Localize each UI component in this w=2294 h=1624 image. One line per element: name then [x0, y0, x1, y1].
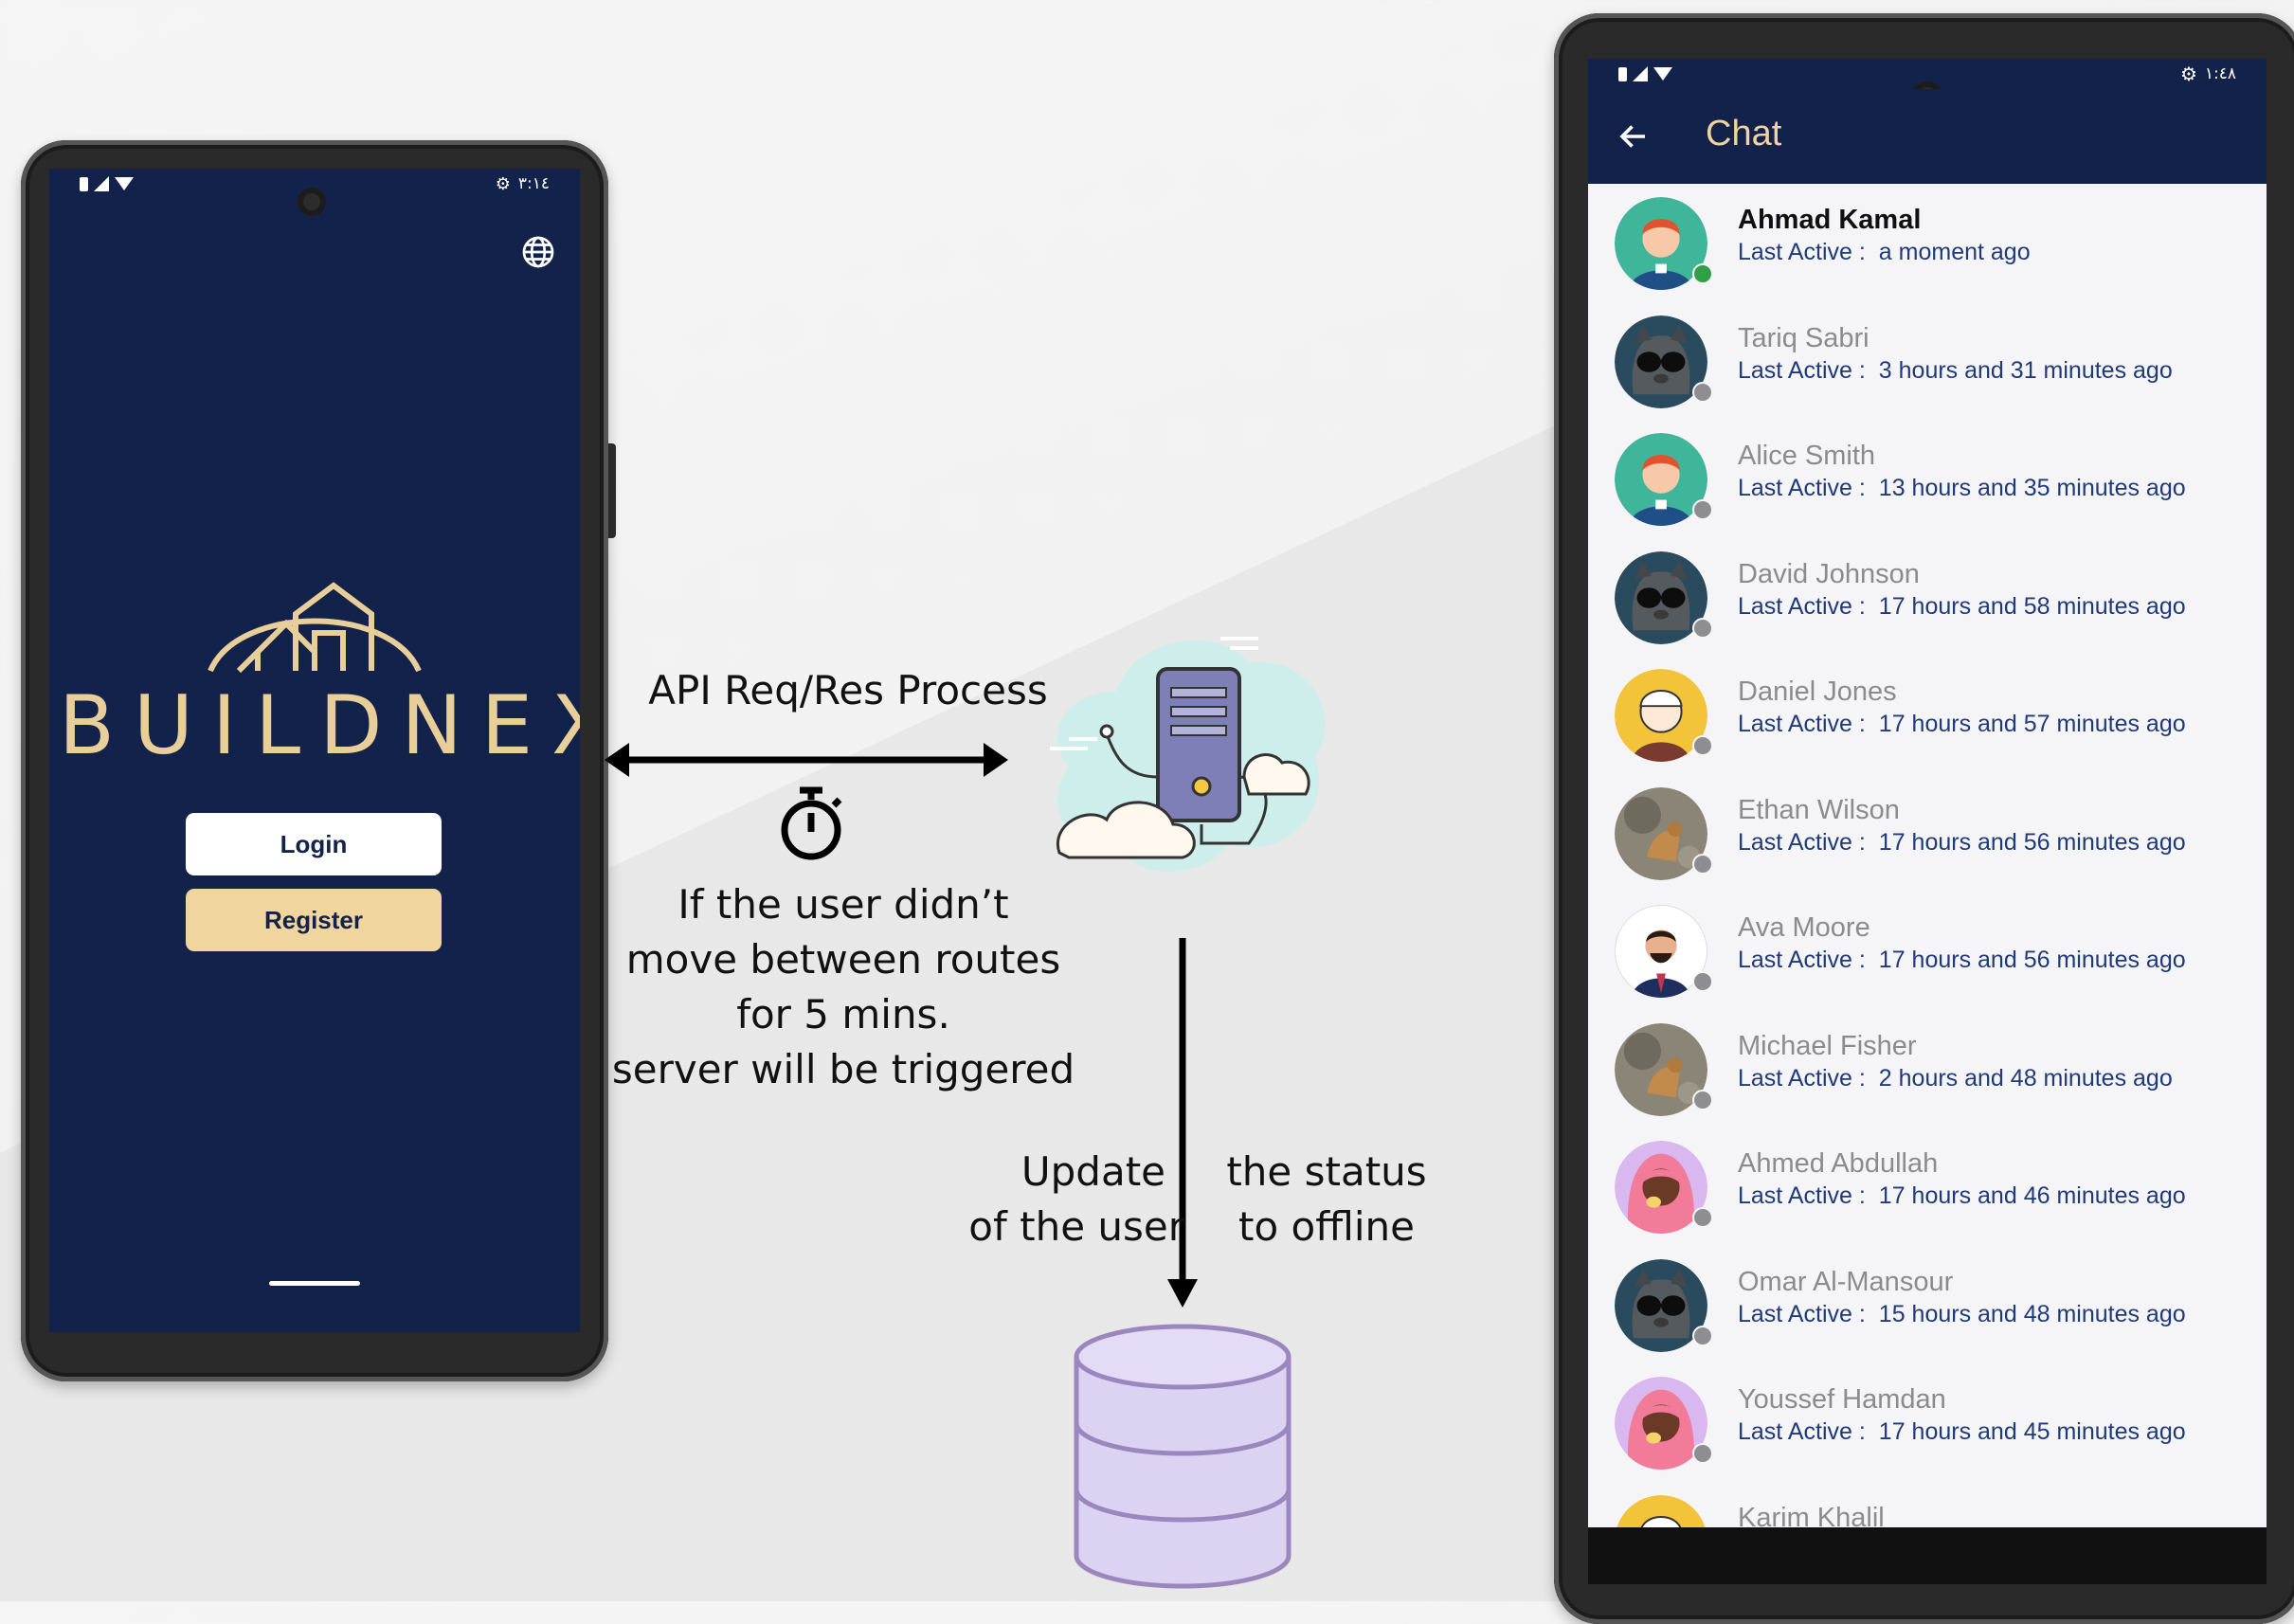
contact-row[interactable]: Karim Khalil: [1588, 1482, 2267, 1528]
last-active-status: Last Active : 15 hours and 48 minutes ago: [1738, 1301, 2186, 1328]
back-arrow-icon[interactable]: [1617, 119, 1651, 153]
buildnex-logo-icon: [208, 582, 422, 674]
last-active-value: 17 hours and 57 minutes ago: [1878, 711, 2186, 737]
contact-name: Karim Khalil: [1738, 1502, 1885, 1528]
last-active-label: Last Active :: [1738, 1300, 1866, 1327]
contact-row[interactable]: Omar Al-Mansour Last Active : 15 hours and…: [1588, 1246, 2267, 1363]
contact-name: Ahmed Abdullah: [1738, 1148, 1939, 1179]
home-indicator: [269, 1281, 360, 1286]
contact-name: Tariq Sabri: [1738, 322, 1870, 353]
avatar: [1615, 1494, 1707, 1527]
contact-name: Youssef Hamdan: [1738, 1384, 1946, 1415]
contact-row[interactable]: Michael Fisher Last Active : 2 hours and 4…: [1588, 1010, 2267, 1128]
online-indicator: [1692, 263, 1713, 284]
contact-row[interactable]: Ava Moore Last Active : 17 hours and 56 mi…: [1588, 892, 2267, 1009]
last-active-value: 17 hours and 56 minutes ago: [1878, 828, 2186, 856]
last-active-value: 2 hours and 48 minutes ago: [1878, 1064, 2173, 1092]
contact-row[interactable]: Alice Smith Last Active : 13 hours and 35 …: [1588, 420, 2267, 537]
last-active-label: Last Active :: [1738, 1418, 1866, 1445]
chat-screen: ⚙ ١:٤٨ Chat Ahmad Kamal Last Active : a mo…: [1588, 59, 2267, 1527]
last-active-value: 17 hours and 45 minutes ago: [1878, 1418, 2186, 1445]
contact-name: David Johnson: [1738, 558, 1920, 589]
offline-indicator: [1692, 1207, 1713, 1228]
contact-name: Omar Al-Mansour: [1738, 1266, 1954, 1297]
settings-icon: ⚙: [2179, 63, 2197, 85]
stopwatch-icon: [781, 786, 842, 860]
offline-indicator: [1692, 735, 1713, 756]
last-active-label: Last Active :: [1738, 239, 1866, 265]
contact-name: Michael Fisher: [1738, 1030, 1917, 1061]
status-time: ١:٤٨: [2204, 64, 2236, 83]
update-label-left: Update of the user: [968, 1148, 1184, 1250]
contact-row[interactable]: Ahmad Kamal Last Active : a moment ago: [1588, 184, 2267, 301]
last-active-value: a moment ago: [1878, 239, 2031, 265]
contact-row[interactable]: Ahmed Abdullah Last Active : 17 hours and …: [1588, 1128, 2267, 1245]
last-active-status: Last Active : 17 hours and 46 minutes ago: [1738, 1182, 2186, 1210]
contact-name: Ethan Wilson: [1738, 794, 1900, 825]
offline-indicator: [1692, 499, 1713, 520]
offline-indicator: [1692, 1443, 1713, 1464]
last-active-value: 17 hours and 46 minutes ago: [1878, 1182, 2186, 1209]
offline-indicator: [1692, 1325, 1713, 1346]
cloud-server-icon: [1050, 637, 1326, 872]
status-time: ٣:١٤: [517, 174, 550, 193]
offline-indicator: [1692, 1089, 1713, 1110]
last-active-value: 3 hours and 31 minutes ago: [1878, 356, 2173, 384]
last-active-status: Last Active : 17 hours and 57 minutes ago: [1738, 711, 2186, 738]
last-active-status: Last Active : 17 hours and 58 minutes ago: [1738, 593, 2186, 621]
login-phone: ⚙ ٣:١٤ BUILDNEX Login Register: [21, 140, 616, 1381]
last-active-status: Last Active : 13 hours and 35 minutes ago: [1738, 475, 2186, 502]
contact-name: Ahmad Kamal: [1738, 205, 1922, 235]
last-active-label: Last Active :: [1738, 1182, 1866, 1209]
last-active-value: 17 hours and 58 minutes ago: [1878, 592, 2186, 620]
last-active-label: Last Active :: [1738, 475, 1866, 501]
last-active-value: 17 hours and 56 minutes ago: [1878, 947, 2186, 973]
last-active-label: Last Active :: [1738, 828, 1866, 856]
contact-list: Ahmad Kamal Last Active : a moment ago Tari…: [1588, 184, 2267, 1527]
contact-row[interactable]: Ethan Wilson Last Active : 17 hours and 56…: [1588, 774, 2267, 892]
front-camera: [298, 188, 326, 216]
last-active-value: 15 hours and 48 minutes ago: [1878, 1300, 2186, 1327]
last-active-label: Last Active :: [1738, 356, 1866, 384]
contact-name: Daniel Jones: [1738, 677, 1897, 707]
contact-row[interactable]: Tariq Sabri Last Active : 3 hours and 31 m…: [1588, 302, 2267, 420]
offline-indicator: [1692, 853, 1713, 875]
last-active-status: Last Active : 17 hours and 56 minutes ago: [1738, 829, 2186, 857]
update-label-right: the status to offline: [1226, 1148, 1427, 1250]
offline-indicator: [1692, 381, 1713, 403]
page-title: Chat: [1706, 114, 1782, 153]
timer-note: If the user didn’t move between routes f…: [611, 881, 1075, 1092]
login-button[interactable]: Login: [186, 813, 442, 875]
language-globe-icon[interactable]: [521, 235, 555, 269]
bidirectional-arrow: [605, 743, 1008, 777]
last-active-status: Last Active : a moment ago: [1738, 239, 2031, 266]
last-active-status: Last Active : 17 hours and 56 minutes ago: [1738, 947, 2186, 974]
chat-phone: ⚙ ١:٤٨ Chat Ahmad Kamal Last Active : a mo…: [1554, 13, 2294, 1624]
offline-indicator: [1692, 971, 1713, 992]
last-active-value: 13 hours and 35 minutes ago: [1878, 475, 2186, 501]
contact-name: Ava Moore: [1738, 912, 1870, 943]
settings-icon: ⚙: [495, 173, 511, 194]
offline-indicator: [1692, 617, 1713, 639]
last-active-label: Last Active :: [1738, 1064, 1866, 1092]
contact-row[interactable]: Daniel Jones Last Active : 17 hours and 57…: [1588, 656, 2267, 773]
brand-wordmark: BUILDNEX: [59, 678, 580, 773]
register-button[interactable]: Register: [186, 889, 442, 951]
last-active-status: Last Active : 2 hours and 48 minutes ago: [1738, 1065, 2173, 1092]
contact-name: Alice Smith: [1738, 441, 1876, 471]
last-active-label: Last Active :: [1738, 592, 1866, 620]
last-active-status: Last Active : 3 hours and 31 minutes ago: [1738, 357, 2173, 385]
last-active-label: Last Active :: [1738, 947, 1866, 973]
contact-row[interactable]: David Johnson Last Active : 17 hours and 5…: [1588, 538, 2267, 656]
database-icon: [1074, 1324, 1292, 1589]
last-active-label: Last Active :: [1738, 711, 1866, 737]
login-screen: ⚙ ٣:١٤ BUILDNEX Login Register: [49, 169, 580, 1332]
contact-row[interactable]: Youssef Hamdan Last Active : 17 hours and …: [1588, 1363, 2267, 1481]
app-bar: Chat: [1588, 89, 2267, 184]
api-process-label: API Req/Res Process: [648, 667, 1048, 713]
last-active-status: Last Active : 17 hours and 45 minutes ago: [1738, 1418, 2186, 1446]
